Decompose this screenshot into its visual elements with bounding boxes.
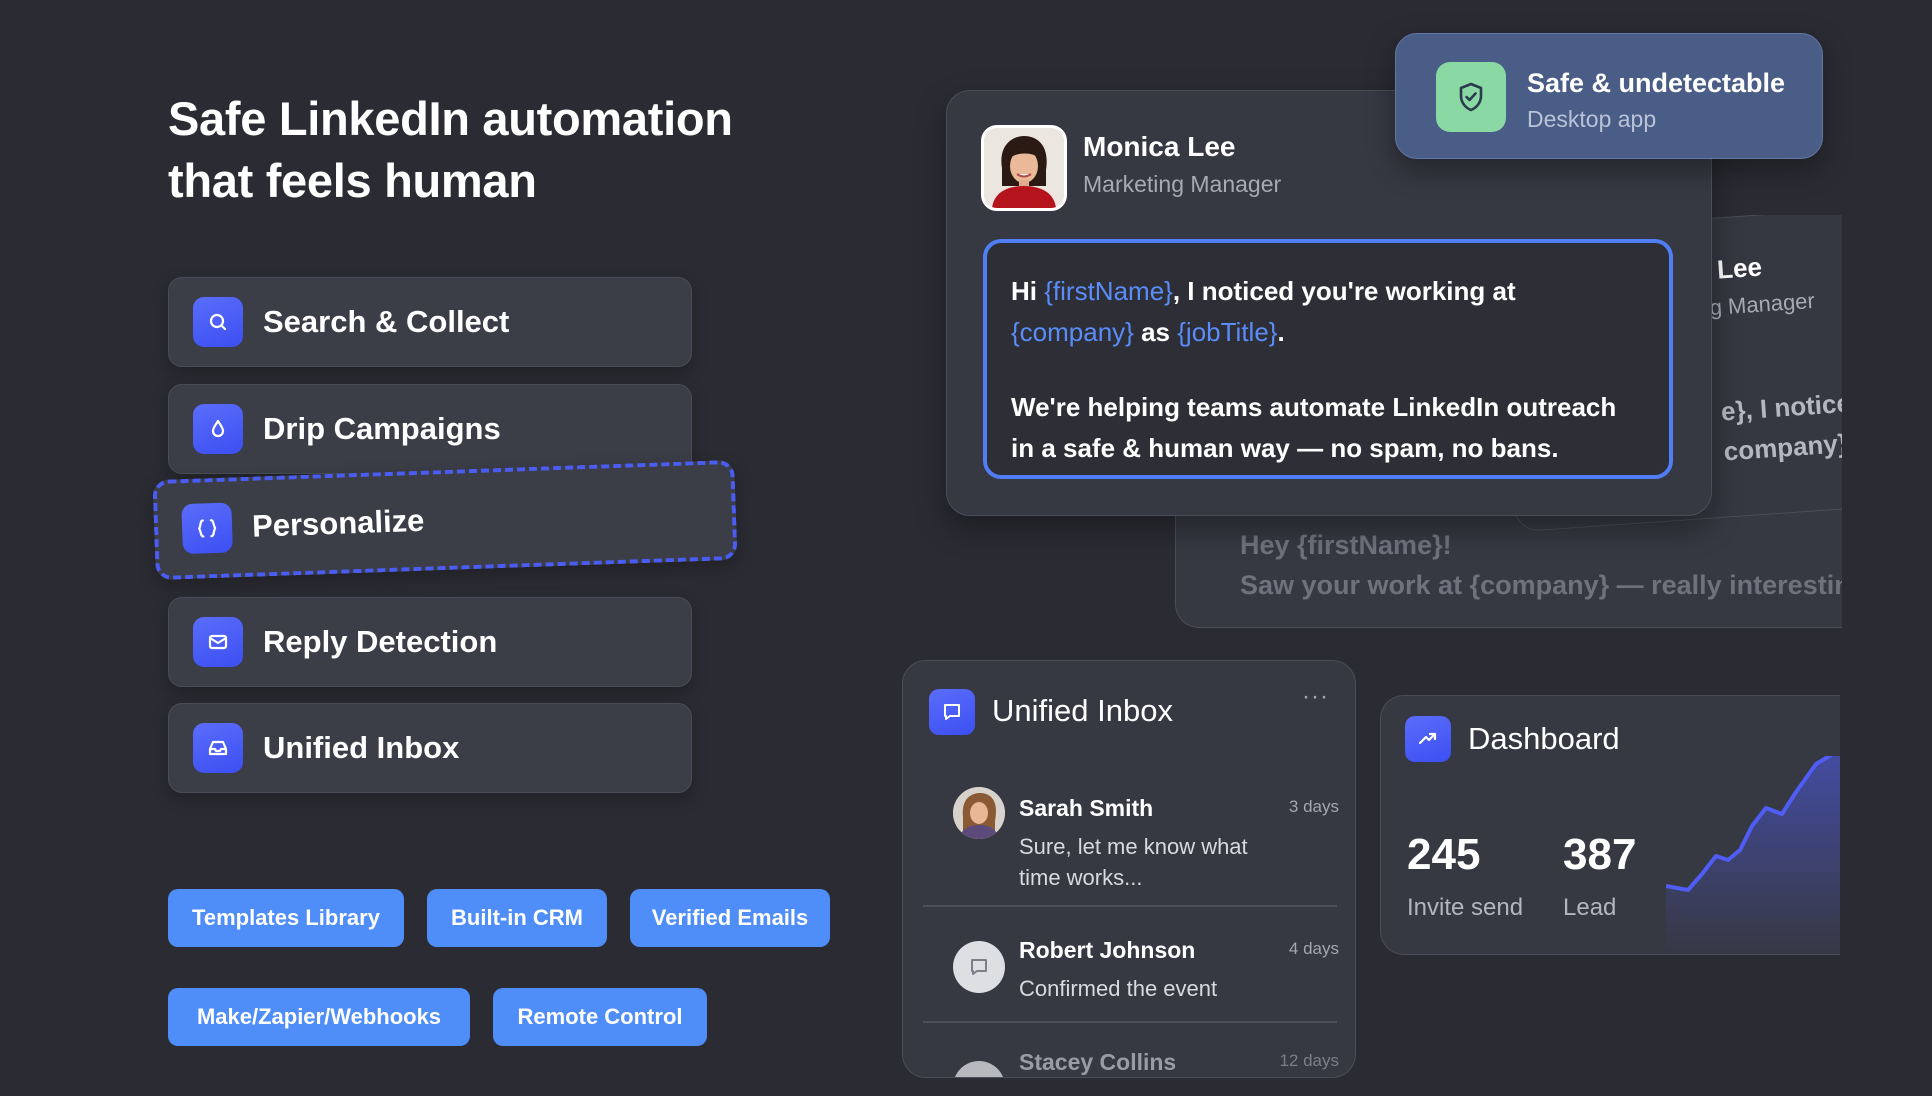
- feature-label: Personalize: [251, 502, 425, 544]
- feature-label: Reply Detection: [263, 624, 498, 659]
- unified-inbox-card: Unified Inbox ··· Sarah Smith 3 days Sur…: [902, 660, 1356, 1078]
- envelope-icon: [193, 617, 243, 667]
- variable-job-title: {jobTitle}: [1177, 317, 1278, 347]
- trend-up-icon: [1405, 716, 1451, 762]
- back-card-role: g Manager: [1708, 287, 1816, 321]
- message-text: .: [1277, 317, 1285, 347]
- safe-badge: Safe & undetectable Desktop app: [1395, 33, 1823, 159]
- tag-make-zapier-webhooks[interactable]: Make/Zapier/Webhooks: [168, 988, 470, 1046]
- search-icon: [193, 297, 243, 347]
- tag-remote-control[interactable]: Remote Control: [493, 988, 707, 1046]
- feature-drip-campaigns[interactable]: Drip Campaigns: [168, 384, 692, 474]
- message-time: 4 days: [1288, 939, 1339, 958]
- shield-icon: [1436, 62, 1506, 132]
- inbox-icon: [193, 723, 243, 773]
- message-preview: Sure, let me know what time works...: [1019, 834, 1248, 890]
- trend-sparkline: [1666, 756, 1840, 954]
- tag-built-in-crm[interactable]: Built-in CRM: [427, 889, 607, 947]
- tag-templates-library[interactable]: Templates Library: [168, 889, 404, 947]
- hero-title-line-1: Safe LinkedIn automation: [168, 92, 733, 145]
- chat-icon: [929, 689, 975, 735]
- more-options-icon[interactable]: ···: [1302, 683, 1329, 711]
- tag-verified-emails[interactable]: Verified Emails: [630, 889, 830, 947]
- feature-personalize[interactable]: Personalize: [152, 459, 738, 581]
- drop-icon: [193, 404, 243, 454]
- message-bubble-icon: [953, 1061, 1005, 1077]
- message-time: 12 days: [1279, 1051, 1339, 1070]
- safe-badge-subtitle: Desktop app: [1527, 106, 1657, 132]
- message-text: , I noticed you're working at: [1172, 276, 1516, 306]
- back-card-text-1: e}, I notice: [1719, 387, 1842, 427]
- dashboard-card: Dashboard 245 Invite send 387 Lead: [1380, 695, 1840, 955]
- stat-label-invites: Invite send: [1407, 894, 1524, 921]
- message-preview: Confirmed the event: [1019, 976, 1218, 1001]
- message-text: Hi: [1011, 276, 1045, 306]
- message-bubble-icon: [953, 941, 1005, 993]
- divider: [923, 1021, 1337, 1023]
- stat-value-leads: 387: [1563, 830, 1637, 879]
- avatar: [953, 787, 1005, 839]
- feature-reply-detection[interactable]: Reply Detection: [168, 597, 692, 687]
- preview-line-2: Saw your work at {company} — really inte…: [1240, 570, 1842, 600]
- variable-first-name: {firstName}: [1044, 276, 1173, 306]
- sender-name: Sarah Smith: [1019, 795, 1154, 821]
- dashboard-title: Dashboard: [1468, 721, 1620, 756]
- back-card-text-2: company}: [1722, 427, 1842, 467]
- feature-unified-inbox[interactable]: Unified Inbox: [168, 703, 692, 793]
- message-text: as: [1133, 317, 1178, 347]
- message-paragraph-1: Hi {firstName}, I noticed you're working…: [1011, 271, 1645, 353]
- stat-label-leads: Lead: [1563, 894, 1617, 921]
- avatar: [981, 125, 1067, 211]
- preview-line-1: Hey {firstName}!: [1240, 530, 1452, 560]
- profile-name: Monica Lee: [1083, 131, 1236, 162]
- feature-label: Search & Collect: [263, 304, 510, 339]
- feature-label: Unified Inbox: [263, 730, 460, 765]
- profile-role: Marketing Manager: [1083, 171, 1282, 197]
- variable-company: {company}: [1011, 317, 1134, 347]
- feature-search-collect[interactable]: Search & Collect: [168, 277, 692, 367]
- inbox-title: Unified Inbox: [992, 693, 1173, 728]
- back-card-name: Lee: [1716, 251, 1763, 285]
- hero-title: Safe LinkedIn automation that feels huma…: [168, 88, 808, 212]
- sender-name: Stacey Collins: [1019, 1049, 1177, 1075]
- message-editor[interactable]: Hi {firstName}, I noticed you're working…: [983, 239, 1673, 479]
- sender-name: Robert Johnson: [1019, 937, 1196, 963]
- sparkline-area: [1666, 756, 1840, 954]
- hero-title-line-2: that feels human: [168, 154, 537, 207]
- divider: [923, 905, 1337, 907]
- safe-badge-title: Safe & undetectable: [1527, 68, 1786, 98]
- stat-value-invites: 245: [1407, 830, 1481, 879]
- message-time: 3 days: [1288, 797, 1339, 816]
- message-paragraph-2: We're helping teams automate LinkedIn ou…: [1011, 392, 1617, 463]
- braces-icon: [181, 502, 234, 555]
- feature-label: Drip Campaigns: [263, 411, 501, 446]
